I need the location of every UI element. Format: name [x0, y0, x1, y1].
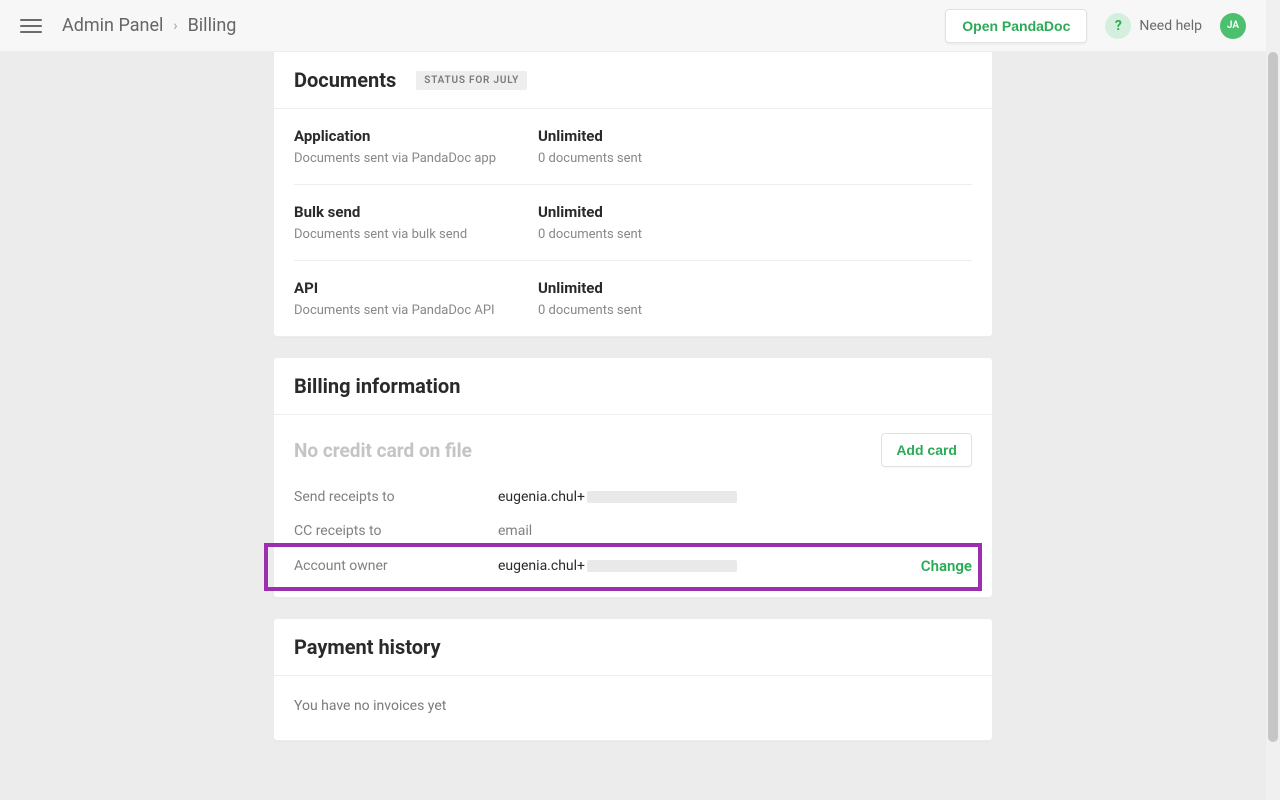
billing-title: Billing information — [294, 374, 460, 398]
help-icon: ? — [1105, 13, 1131, 39]
send-receipts-row: Send receipts to eugenia.chul+ — [294, 489, 972, 523]
page-content: Documents STATUS FOR JULY Application Do… — [0, 52, 1266, 800]
documents-card-header: Documents STATUS FOR JULY — [274, 52, 992, 109]
doc-row-label: Application — [294, 127, 538, 145]
payment-card-header: Payment history — [274, 619, 992, 676]
highlight-annotation — [264, 543, 982, 591]
billing-top: No credit card on file Add card — [294, 415, 972, 489]
send-receipts-label: Send receipts to — [294, 489, 498, 505]
payment-title: Payment history — [294, 635, 441, 659]
breadcrumb-billing[interactable]: Billing — [188, 15, 237, 36]
need-help-label: Need help — [1139, 18, 1202, 34]
redacted-text — [587, 491, 737, 503]
avatar[interactable]: JA — [1220, 13, 1246, 39]
need-help-button[interactable]: ? Need help — [1105, 13, 1202, 39]
doc-row-limit: Unlimited — [538, 203, 972, 221]
documents-card: Documents STATUS FOR JULY Application Do… — [273, 52, 993, 337]
doc-row-count: 0 documents sent — [538, 151, 972, 166]
documents-title: Documents — [294, 68, 396, 92]
no-card-text: No credit card on file — [294, 439, 472, 462]
doc-row-sub: Documents sent via PandaDoc API — [294, 303, 538, 318]
documents-row: Bulk send Documents sent via bulk send U… — [294, 185, 972, 261]
doc-row-sub: Documents sent via PandaDoc app — [294, 151, 538, 166]
send-receipts-value: eugenia.chul+ — [498, 489, 737, 505]
status-badge: STATUS FOR JULY — [416, 71, 527, 90]
documents-body: Application Documents sent via PandaDoc … — [274, 109, 992, 336]
doc-row-label: API — [294, 279, 538, 297]
scrollbar-track[interactable] — [1266, 0, 1280, 800]
doc-row-count: 0 documents sent — [538, 227, 972, 242]
open-pandadoc-button[interactable]: Open PandaDoc — [945, 9, 1087, 43]
scrollbar-thumb[interactable] — [1268, 52, 1278, 742]
billing-card-header: Billing information — [274, 358, 992, 415]
menu-icon[interactable] — [20, 15, 42, 37]
cc-receipts-value: email — [498, 523, 532, 539]
cc-receipts-label: CC receipts to — [294, 523, 498, 539]
doc-row-label: Bulk send — [294, 203, 538, 221]
documents-row: API Documents sent via PandaDoc API Unli… — [294, 261, 972, 336]
doc-row-count: 0 documents sent — [538, 303, 972, 318]
documents-row: Application Documents sent via PandaDoc … — [294, 109, 972, 185]
app-header: Admin Panel › Billing Open PandaDoc ? Ne… — [0, 0, 1266, 52]
breadcrumb-admin[interactable]: Admin Panel — [62, 15, 163, 36]
payment-history-card: Payment history You have no invoices yet — [273, 618, 993, 741]
doc-row-sub: Documents sent via bulk send — [294, 227, 538, 242]
chevron-right-icon: › — [173, 18, 177, 34]
doc-row-limit: Unlimited — [538, 127, 972, 145]
add-card-button[interactable]: Add card — [881, 433, 972, 467]
breadcrumb: Admin Panel › Billing — [62, 15, 236, 36]
doc-row-limit: Unlimited — [538, 279, 972, 297]
payment-empty-text: You have no invoices yet — [274, 676, 992, 740]
header-right: Open PandaDoc ? Need help JA — [945, 9, 1246, 43]
